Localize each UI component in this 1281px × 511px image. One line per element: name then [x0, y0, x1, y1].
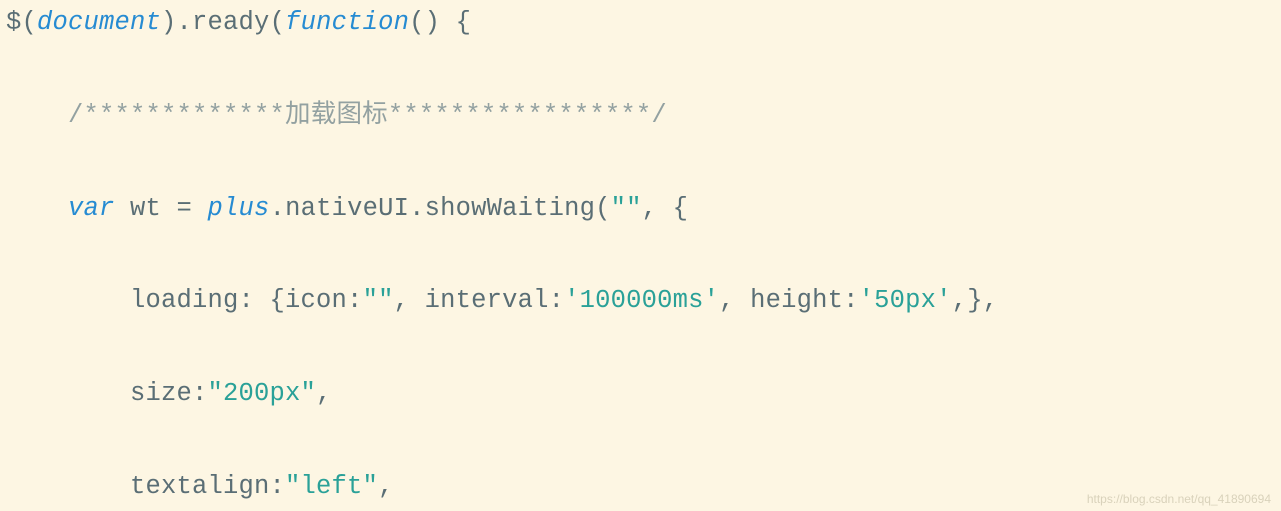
token-keyword-function: function	[285, 8, 409, 37]
token-string: ""	[363, 286, 394, 315]
token-ident-plus: plus	[208, 194, 270, 223]
token-punc: ,},	[952, 286, 999, 315]
token-punc: wt =	[115, 194, 208, 223]
token-punc: ,	[378, 472, 394, 501]
token-string: "left"	[285, 472, 378, 501]
token-punc: textalign:	[6, 472, 285, 501]
watermark-text: https://blog.csdn.net/qq_41890694	[1087, 493, 1271, 505]
token-keyword-var: var	[68, 194, 115, 223]
token-punc: ,	[316, 379, 332, 408]
token-ident-document: document	[37, 8, 161, 37]
indent	[6, 194, 68, 223]
token-string: '100000ms'	[564, 286, 719, 315]
token-punc: size:	[6, 379, 208, 408]
token-punc: ).ready(	[161, 8, 285, 37]
indent	[6, 101, 68, 130]
code-line: $(document).ready(function() {	[6, 0, 1281, 46]
token-punc: .nativeUI.showWaiting(	[270, 194, 611, 223]
token-string: '50px'	[859, 286, 952, 315]
code-block: $(document).ready(function() { /********…	[0, 0, 1281, 511]
token-punc: , interval:	[394, 286, 565, 315]
code-line: var wt = plus.nativeUI.showWaiting("", {	[6, 186, 1281, 232]
token-string: ""	[611, 194, 642, 223]
token-comment: /*************加载图标*****************/	[68, 101, 667, 130]
token-punc: , height:	[719, 286, 859, 315]
token-punc: () {	[409, 8, 471, 37]
token-string: "200px"	[208, 379, 317, 408]
code-line: size:"200px",	[6, 371, 1281, 417]
code-line: loading: {icon:"", interval:'100000ms', …	[6, 278, 1281, 324]
code-line: /*************加载图标*****************/	[6, 93, 1281, 139]
token-punc: $(	[6, 8, 37, 37]
token-punc: loading: {icon:	[6, 286, 363, 315]
token-punc: , {	[642, 194, 689, 223]
